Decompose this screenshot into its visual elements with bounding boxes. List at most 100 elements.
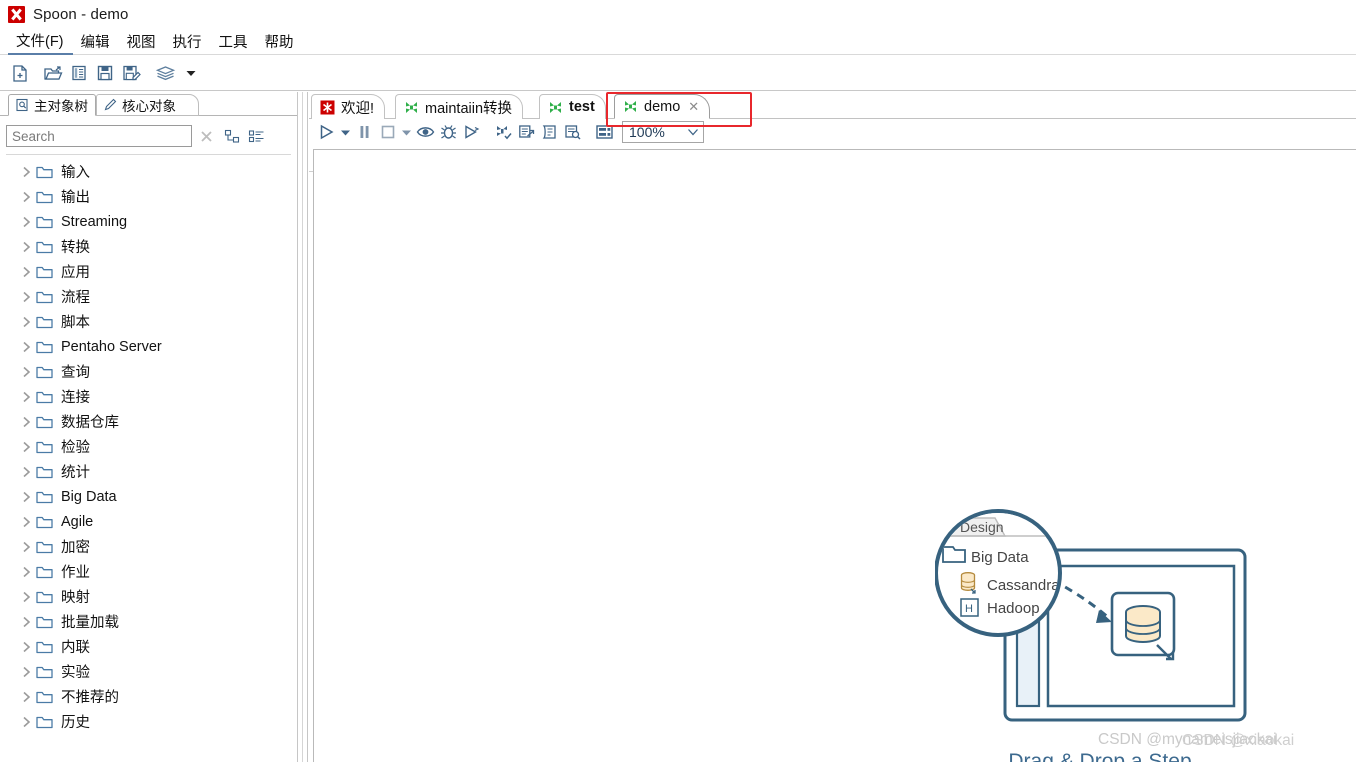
menu-help[interactable]: 帮助 <box>257 29 303 54</box>
menu-run[interactable]: 执行 <box>165 29 211 54</box>
window-title: Spoon - demo <box>33 5 129 23</box>
tree-item[interactable]: 内联 <box>6 634 291 659</box>
tree-item[interactable]: 输入 <box>6 159 291 184</box>
tree-item[interactable]: 转换 <box>6 234 291 259</box>
chevron-right-icon[interactable] <box>18 664 34 680</box>
chevron-right-icon[interactable] <box>18 589 34 605</box>
stop-options-dropdown[interactable] <box>399 121 414 143</box>
menu-edit[interactable]: 编辑 <box>73 29 119 54</box>
panel-sash-handle[interactable] <box>297 92 308 762</box>
chevron-right-icon[interactable] <box>18 689 34 705</box>
menu-view[interactable]: 视图 <box>119 29 165 54</box>
perspective-dropdown-button[interactable] <box>178 60 204 86</box>
folder-icon <box>34 464 54 480</box>
pause-button[interactable] <box>353 121 376 143</box>
tree-item-label: 脚本 <box>61 315 90 331</box>
tree-item[interactable]: 实验 <box>6 659 291 684</box>
menu-file[interactable]: 文件(F) <box>8 28 73 55</box>
save-as-button[interactable] <box>118 60 144 86</box>
chevron-right-icon[interactable] <box>18 264 34 280</box>
zoom-level-combo[interactable]: 100% <box>622 121 704 143</box>
tree-item[interactable]: 流程 <box>6 284 291 309</box>
editor-area: 欢迎! maintaiin转换 test demo ✕ 100% Design … <box>309 92 1356 762</box>
chevron-right-icon[interactable] <box>18 439 34 455</box>
tree-item-label: 数据仓库 <box>61 415 119 431</box>
clear-x-icon[interactable] <box>192 125 220 147</box>
chevron-right-icon[interactable] <box>18 239 34 255</box>
tree-item[interactable]: 加密 <box>6 534 291 559</box>
new-file-button[interactable] <box>6 60 32 86</box>
transformation-canvas[interactable]: Design Big Data Cassandra H Hadoop Drag … <box>313 149 1356 762</box>
tab-core-objects[interactable]: 核心对象 <box>96 94 199 116</box>
chevron-right-icon[interactable] <box>18 464 34 480</box>
run-button[interactable] <box>315 121 338 143</box>
chevron-right-icon[interactable] <box>18 414 34 430</box>
chevron-right-icon[interactable] <box>18 514 34 530</box>
tab-main-object-tree[interactable]: 主对象树 <box>8 94 96 116</box>
tree-item[interactable]: 应用 <box>6 259 291 284</box>
folder-icon <box>34 364 54 380</box>
perspective-button[interactable] <box>152 60 178 86</box>
tree-item[interactable]: 连接 <box>6 384 291 409</box>
tab-welcome[interactable]: 欢迎! <box>311 94 386 119</box>
tree-item[interactable]: 历史 <box>6 709 291 734</box>
tree-item[interactable]: 查询 <box>6 359 291 384</box>
run-options-dropdown[interactable] <box>338 121 353 143</box>
tab-demo-close-icon[interactable]: ✕ <box>688 100 699 113</box>
chevron-right-icon[interactable] <box>18 714 34 730</box>
save-button[interactable] <box>92 60 118 86</box>
folder-icon <box>34 339 54 355</box>
folder-icon <box>34 514 54 530</box>
chevron-right-icon[interactable] <box>18 639 34 655</box>
tree-item[interactable]: 不推荐的 <box>6 684 291 709</box>
expand-all-button[interactable] <box>220 125 244 147</box>
chevron-right-icon[interactable] <box>18 164 34 180</box>
tree-item[interactable]: 数据仓库 <box>6 409 291 434</box>
explore-repository-button[interactable] <box>66 60 92 86</box>
explore-database-button[interactable] <box>561 121 584 143</box>
tree-item[interactable]: 输出 <box>6 184 291 209</box>
tree-item[interactable]: Big Data <box>6 484 291 509</box>
chevron-right-icon[interactable] <box>18 214 34 230</box>
tab-maintaiin-transformation[interactable]: maintaiin转换 <box>395 94 524 119</box>
tree-item[interactable]: 作业 <box>6 559 291 584</box>
chevron-right-icon[interactable] <box>18 189 34 205</box>
tree-item[interactable]: Streaming <box>6 209 291 234</box>
watermark-title: Drag & Drop a Step <box>1008 750 1192 762</box>
impact-analysis-button[interactable] <box>515 121 538 143</box>
tab-test[interactable]: test <box>539 94 606 119</box>
folder-icon <box>34 639 54 655</box>
collapse-all-button[interactable] <box>244 125 268 147</box>
tree-item[interactable]: Agile <box>6 509 291 534</box>
tree-item[interactable]: 映射 <box>6 584 291 609</box>
tree-item[interactable]: Pentaho Server <box>6 334 291 359</box>
preview-button[interactable] <box>414 121 437 143</box>
tree-item[interactable]: 脚本 <box>6 309 291 334</box>
tree-item[interactable]: 统计 <box>6 459 291 484</box>
tree-item-label: Streaming <box>61 213 128 230</box>
chevron-right-icon[interactable] <box>18 314 34 330</box>
show-grid-button[interactable] <box>593 121 616 143</box>
tree-item[interactable]: 检验 <box>6 434 291 459</box>
replay-button[interactable] <box>460 121 483 143</box>
chevron-right-icon[interactable] <box>18 289 34 305</box>
chevron-right-icon[interactable] <box>18 389 34 405</box>
chevron-right-icon[interactable] <box>18 564 34 580</box>
chevron-right-icon[interactable] <box>18 364 34 380</box>
chevron-right-icon[interactable] <box>18 614 34 630</box>
tree-item-label: 流程 <box>61 290 90 306</box>
chevron-right-icon[interactable] <box>18 539 34 555</box>
chevron-right-icon[interactable] <box>18 489 34 505</box>
chevron-right-icon[interactable] <box>18 339 34 355</box>
debug-button[interactable] <box>437 121 460 143</box>
verify-transformation-button[interactable] <box>492 121 515 143</box>
object-tree[interactable]: 输入 输出 Streaming 转换 应用流程脚本 Pentaho Server 查询 连接数… <box>6 154 291 754</box>
menu-tools[interactable]: 工具 <box>211 29 257 54</box>
tab-demo[interactable]: demo ✕ <box>614 94 711 119</box>
search-input[interactable] <box>6 125 192 147</box>
tab-welcome-label: 欢迎! <box>341 100 375 117</box>
stop-button[interactable] <box>376 121 399 143</box>
tree-item[interactable]: 批量加载 <box>6 609 291 634</box>
open-file-button[interactable] <box>40 60 66 86</box>
generate-sql-button[interactable] <box>538 121 561 143</box>
